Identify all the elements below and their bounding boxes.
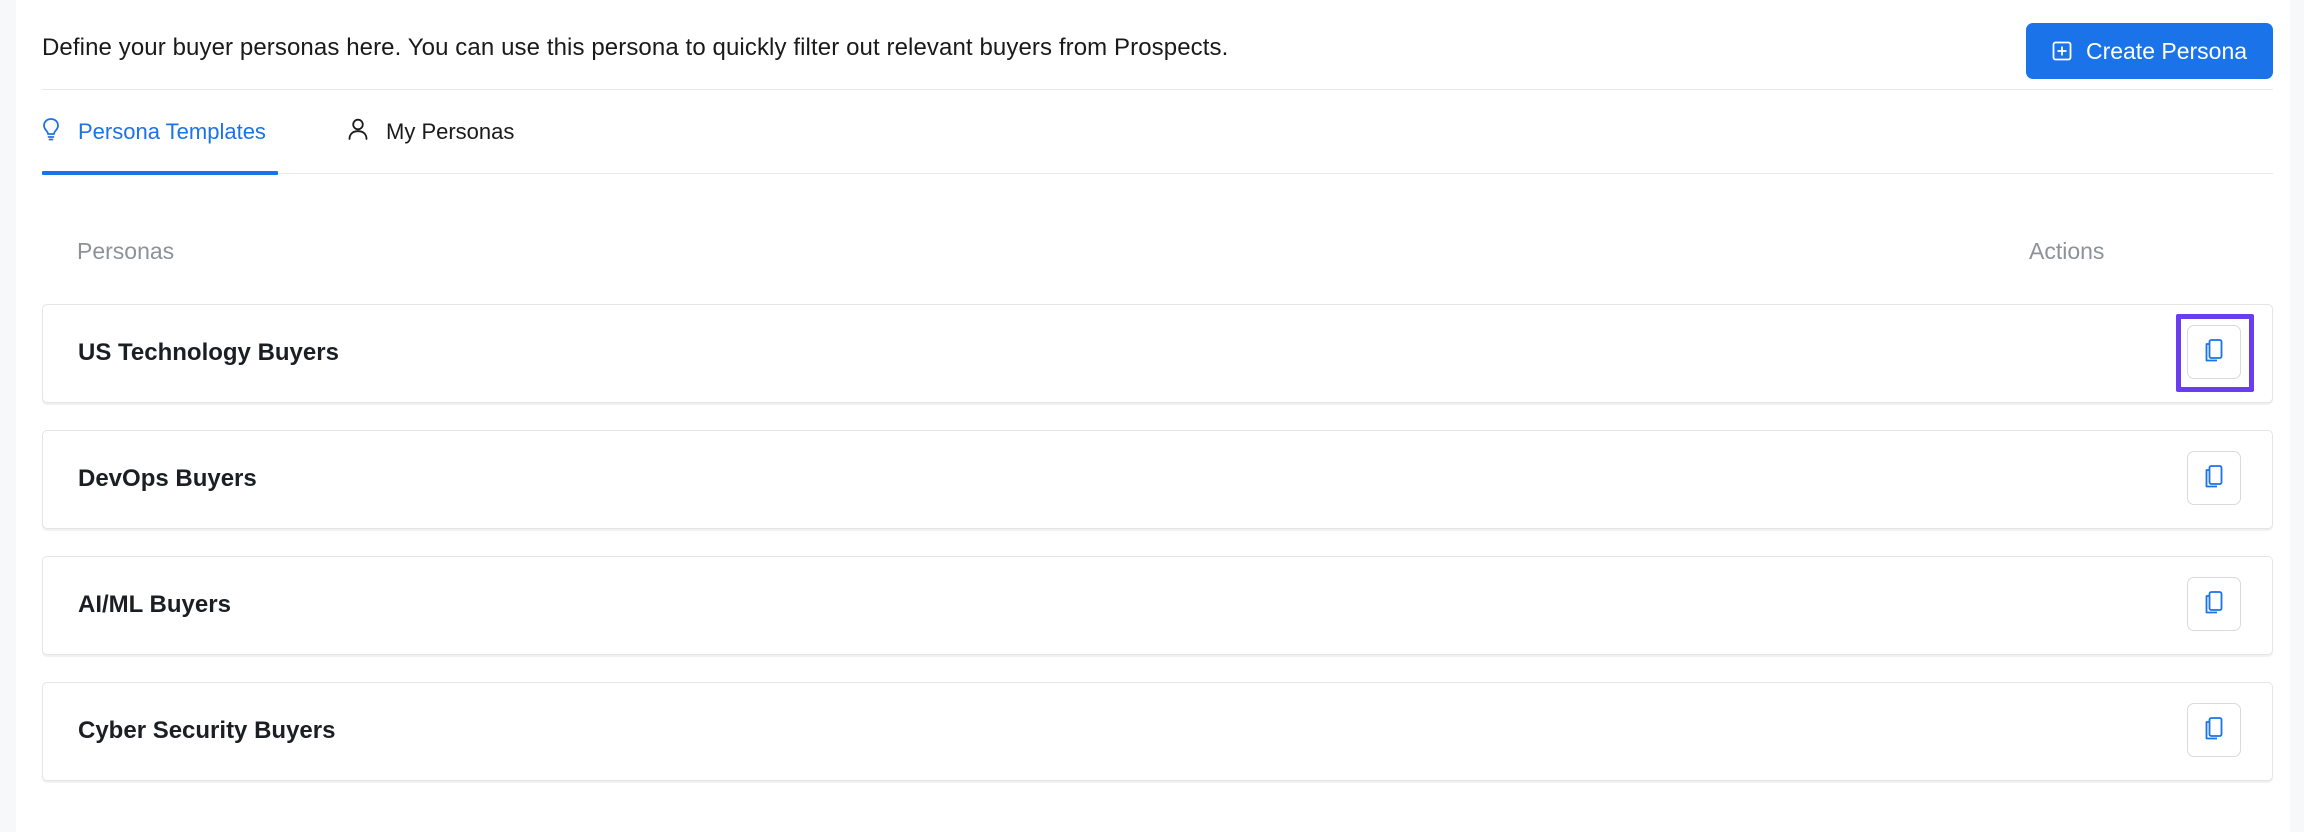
tab-my-personas-label: My Personas (386, 119, 515, 144)
tab-my-personas[interactable]: My Personas (348, 90, 514, 174)
persona-row: AI/ML Buyers (42, 556, 2273, 655)
persona-row: DevOps Buyers (42, 430, 2273, 529)
copy-persona-button[interactable] (2187, 451, 2241, 505)
create-persona-label: Create Persona (2085, 37, 2248, 64)
persona-name: DevOps Buyers (78, 465, 257, 492)
plus-square-icon (2052, 41, 2072, 61)
create-persona-button[interactable]: Create Persona (2026, 23, 2273, 79)
persona-row: Cyber Security Buyers (42, 682, 2273, 781)
copy-persona-button[interactable] (2176, 314, 2254, 392)
copy-persona-button[interactable] (2187, 703, 2241, 757)
persona-row: US Technology Buyers (42, 304, 2273, 403)
page-description: Define your buyer personas here. You can… (42, 34, 1229, 61)
copy-icon (2202, 463, 2226, 494)
persona-name: US Technology Buyers (78, 339, 339, 366)
persona-name: Cyber Security Buyers (78, 717, 336, 744)
copy-icon (2202, 337, 2226, 368)
persona-panel: Define your buyer personas here. You can… (16, 0, 2290, 832)
copy-persona-button[interactable] (2187, 577, 2241, 631)
copy-icon (2202, 715, 2226, 746)
user-icon (348, 118, 368, 146)
persona-name: AI/ML Buyers (78, 591, 231, 618)
tab-persona-templates[interactable]: Persona Templates (42, 90, 278, 175)
column-header-personas: Personas (77, 238, 175, 264)
column-header-actions: Actions (2029, 238, 2105, 264)
copy-icon (2202, 589, 2226, 620)
lightbulb-icon (42, 117, 60, 147)
tab-persona-templates-label: Persona Templates (78, 119, 266, 144)
persona-tabs: Persona Templates My Personas (42, 90, 2273, 175)
